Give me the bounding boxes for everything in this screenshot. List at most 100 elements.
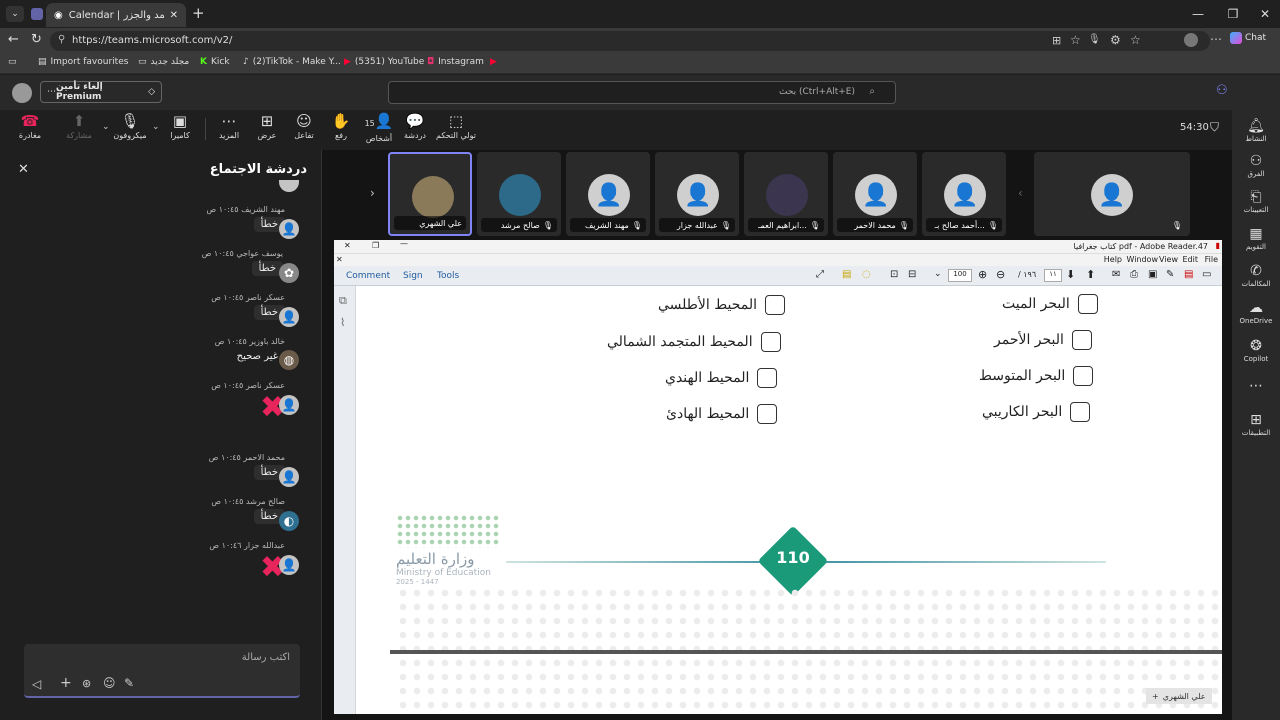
take-control-button[interactable]: ⬚ تولي التحكم	[436, 112, 476, 140]
profile-icon[interactable]	[1184, 33, 1198, 47]
view-button[interactable]: ⊞ عرض	[250, 112, 284, 140]
attachment-icon[interactable]: ⌇	[340, 316, 345, 329]
url-field[interactable]: ⚲ https://teams.microsoft.com/v2/ ⊞ ☆ 🎙 …	[50, 31, 1222, 51]
participant-tile[interactable]: 👤 مهند الشريف 🎙	[566, 152, 650, 236]
zoom-in-icon[interactable]: ⊕	[978, 268, 987, 281]
participant-tile[interactable]: 👤 عبدالله جزار 🎙	[655, 152, 739, 236]
teams-apps-icon[interactable]: ⚇	[1216, 83, 1228, 98]
checkbox[interactable]	[1070, 402, 1091, 422]
message-composer[interactable]: اكتب رسالة ◁ + ⊛ ☺ ✎	[24, 644, 300, 698]
tab-tools[interactable]: Tools	[437, 271, 459, 281]
maximize-button[interactable]: ❐	[1218, 4, 1248, 24]
quiz-option[interactable]: البحر الميت	[1002, 294, 1098, 314]
bookmark-folder[interactable]: ▭ مجلد جديد	[138, 57, 189, 67]
quiz-option[interactable]: البحر الأحمر	[994, 330, 1092, 350]
participant-tile[interactable]: ابراهيم العمـ... 🎙	[744, 152, 828, 236]
rail-more[interactable]: ⋯	[1232, 378, 1280, 394]
zoom-dropdown-icon[interactable]: ⌄	[934, 269, 942, 279]
new-tab-button[interactable]: +	[192, 4, 205, 22]
restore-window-icon[interactable]: ❐	[372, 241, 379, 250]
bookmark-tiktok[interactable]: ♪ (2)TikTok - Make Y...	[243, 57, 341, 67]
close-doc-icon[interactable]: ✕	[336, 255, 343, 264]
back-icon[interactable]: ←	[8, 32, 19, 47]
site-info-icon[interactable]: ⚲	[58, 34, 65, 45]
bookmark-instagram[interactable]: ◘ Instagram	[427, 57, 484, 67]
browser-tab[interactable]: ◉ Calendar | الأمواج والمد والجزر ✕	[46, 3, 186, 27]
checkbox[interactable]	[1073, 366, 1094, 386]
menu-help[interactable]: Help	[1104, 255, 1122, 264]
participant-tile[interactable]: 👤 أحمد صالح بـ... 🎙	[922, 152, 1006, 236]
rail-teams[interactable]: ⚇ الفرق	[1232, 153, 1280, 178]
checkbox[interactable]	[1077, 294, 1098, 314]
rail-assignments[interactable]: ⎗ التعيينات	[1232, 189, 1280, 214]
tab-sign[interactable]: Sign	[403, 271, 423, 281]
scroll-left-chevron[interactable]: ‹	[1018, 186, 1023, 200]
menu-view[interactable]: View	[1159, 255, 1178, 264]
tab-comment[interactable]: Comment	[346, 271, 390, 281]
checkbox[interactable]	[757, 404, 778, 424]
close-tab-icon[interactable]: ✕	[170, 10, 178, 21]
shield-icon[interactable]: ⛉	[1210, 120, 1219, 135]
quiz-option[interactable]: المحيط الهندي	[665, 368, 778, 388]
premium-button[interactable]: ⋯ إلغاء تأمين Premium ◇	[40, 81, 162, 103]
format-icon[interactable]: ✎	[124, 676, 134, 690]
comment-icon[interactable]: ◌	[862, 269, 871, 280]
page-field[interactable]: ١١	[1044, 269, 1062, 282]
rail-calendar[interactable]: ▦ التقويم	[1232, 226, 1280, 251]
next-page-icon[interactable]: ⬇	[1066, 268, 1075, 281]
read-aloud-icon[interactable]: 🎙	[1088, 34, 1101, 45]
reading-list-icon[interactable]: ▭	[8, 57, 17, 67]
emoji-icon[interactable]: ☺	[103, 676, 116, 690]
bookmark-youtube-2[interactable]: ▶	[490, 57, 497, 67]
react-button[interactable]: ☺ تفاعل	[287, 112, 321, 140]
bookmark-import[interactable]: ▤ Import favourites	[38, 57, 128, 67]
zoom-field[interactable]: 100	[948, 269, 972, 282]
user-avatar[interactable]	[12, 83, 32, 103]
edit-icon[interactable]: ✎	[1166, 269, 1174, 280]
participant-tile[interactable]: 👤 محمد الاحمر 🎙	[833, 152, 917, 236]
quiz-option[interactable]: المحيط المتجمد الشمالي	[607, 332, 781, 352]
people-button[interactable]: 15👤 أشخاص	[362, 112, 396, 143]
checkbox[interactable]	[760, 332, 781, 352]
fit-page-icon[interactable]: ⊡	[890, 269, 898, 280]
print-icon[interactable]: ⎙	[1130, 269, 1138, 280]
quiz-option[interactable]: البحر الكاريبي	[982, 402, 1091, 422]
prev-page-icon[interactable]: ⬆	[1086, 268, 1095, 281]
pages-icon[interactable]: ⧉	[339, 294, 347, 308]
extensions-icon[interactable]: ⚙	[1110, 33, 1121, 47]
email-icon[interactable]: ✉	[1112, 269, 1120, 280]
checkbox[interactable]	[757, 368, 778, 388]
minimize-button[interactable]: —	[1183, 4, 1213, 24]
participant-tile[interactable]: صالح مرشد 🎙	[477, 152, 561, 236]
open-icon[interactable]: ▭	[1202, 269, 1211, 280]
participant-tile[interactable]: علي الشهري	[388, 152, 472, 236]
add-icon[interactable]: +	[60, 675, 72, 691]
expand-icon[interactable]: ⤢	[816, 269, 824, 280]
sticky-note-icon[interactable]: ▤	[842, 269, 851, 280]
checkbox[interactable]	[1071, 330, 1092, 350]
more-icon[interactable]: ⋯	[1210, 32, 1222, 46]
bookmark-kick[interactable]: K Kick	[200, 57, 230, 67]
close-window-button[interactable]: ✕	[1250, 4, 1280, 24]
loop-icon[interactable]: ⊛	[82, 677, 91, 690]
camera-button[interactable]: ▣ كاميرا	[163, 112, 197, 140]
copilot-chat-button[interactable]: Chat	[1230, 32, 1266, 44]
menu-edit[interactable]: Edit	[1183, 255, 1199, 264]
checkbox[interactable]	[765, 295, 786, 315]
chat-button[interactable]: 💬 دردشة	[398, 112, 432, 140]
share-button[interactable]: ⬆ مشاركة	[62, 112, 96, 140]
zoom-out-icon[interactable]: ⊖	[996, 268, 1005, 281]
quiz-option[interactable]: المحيط الهادئ	[666, 404, 778, 424]
mic-button[interactable]: 🎙 ميكروفون	[113, 112, 147, 140]
rail-activity[interactable]: 🔔︎ النشاط	[1232, 118, 1280, 143]
refresh-icon[interactable]: ↻	[31, 32, 42, 47]
leave-button[interactable]: ☎ مغادرة	[13, 112, 47, 140]
participant-tile[interactable]: 👤 🎙	[1034, 152, 1190, 236]
menu-file[interactable]: File	[1205, 255, 1218, 264]
more-button[interactable]: ⋯ المزيد	[212, 112, 246, 140]
close-window-icon[interactable]: ✕	[344, 241, 351, 250]
minimize-window-icon[interactable]: —	[400, 239, 408, 248]
rail-calls[interactable]: ✆ المكالمات	[1232, 263, 1280, 288]
app-available-icon[interactable]: ⊞	[1052, 34, 1061, 47]
quiz-option[interactable]: المحيط الأطلسي	[658, 295, 786, 315]
